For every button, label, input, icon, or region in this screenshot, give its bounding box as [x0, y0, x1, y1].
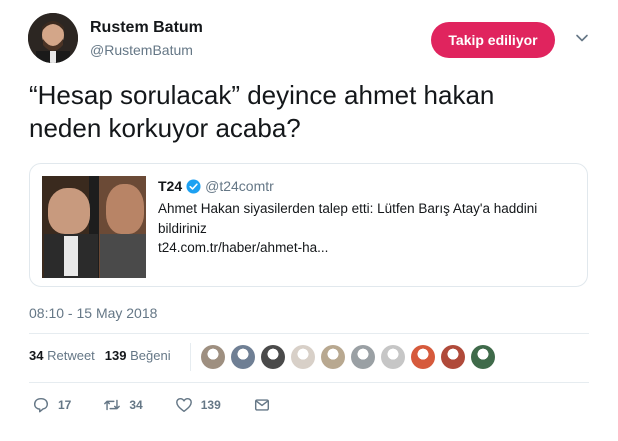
like-stat[interactable]: 139 Beğeni [105, 348, 171, 363]
author-avatar[interactable] [28, 13, 78, 63]
stats-separator [190, 343, 191, 371]
avatar-image [28, 13, 78, 63]
like-button[interactable]: 139 [175, 396, 221, 414]
tweet-text-line-1: “Hesap sorulacak” deyince ahmet hakan [29, 80, 495, 110]
card-description-line-2: bildiriniz [158, 221, 207, 236]
link-preview-card[interactable]: T24 @t24comtr Ahmet Hakan siyasilerden t… [29, 163, 588, 287]
stats-divider-top [29, 333, 589, 334]
liker-avatar[interactable] [321, 345, 345, 369]
following-button[interactable]: Takip ediliyor [431, 22, 555, 58]
like-stat-count: 139 [104, 348, 127, 363]
retweet-stat[interactable]: 34 Retweet [29, 348, 95, 363]
direct-message-button[interactable] [253, 396, 271, 414]
tweet-text-line-2: neden korkuyor acaba? [29, 113, 301, 143]
liker-avatar[interactable] [351, 345, 375, 369]
chevron-down-icon[interactable] [574, 30, 590, 46]
liker-avatar[interactable] [291, 345, 315, 369]
verified-badge-icon [186, 178, 201, 194]
liker-avatar[interactable] [471, 345, 495, 369]
card-source: T24 @t24comtr [158, 178, 274, 194]
card-description: Ahmet Hakan siyasilerden talep etti: Lüt… [158, 199, 568, 239]
reply-count: 17 [58, 398, 72, 412]
retweet-count: 34 [129, 398, 143, 412]
liker-avatar[interactable] [411, 345, 435, 369]
card-url: t24.com.tr/haber/ahmet-ha... [158, 240, 329, 255]
like-count: 139 [200, 398, 221, 412]
card-description-line-1: Ahmet Hakan siyasilerden talep etti: Lüt… [158, 201, 538, 216]
retweet-icon [104, 399, 121, 411]
tweet-actions: 17 34 139 [29, 396, 271, 414]
retweet-button[interactable]: 34 [103, 396, 143, 414]
reply-icon [33, 397, 49, 413]
tweet-text: “Hesap sorulacak” deyince ahmet hakan ne… [29, 79, 589, 145]
card-site-name: T24 [158, 178, 183, 194]
stats-divider-bottom [29, 382, 589, 383]
card-thumbnail [42, 176, 146, 278]
reply-button[interactable]: 17 [32, 396, 71, 414]
envelope-icon [254, 399, 269, 411]
retweet-stat-count: 34 [29, 348, 44, 363]
retweet-stat-label: Retweet [47, 348, 95, 363]
engagement-stats: 34 Retweet 139 Beğeni [29, 348, 171, 363]
author-handle[interactable]: @RustemBatum [90, 42, 193, 58]
tweet-timestamp[interactable]: 08:10 - 15 May 2018 [29, 305, 157, 321]
card-site-handle: @t24comtr [205, 178, 274, 194]
liker-avatar[interactable] [441, 345, 465, 369]
author-name[interactable]: Rustem Batum [90, 19, 203, 37]
liker-avatars [201, 345, 501, 369]
liker-avatar[interactable] [381, 345, 405, 369]
like-stat-label: Beğeni [130, 348, 171, 363]
heart-icon [175, 397, 192, 413]
liker-avatar[interactable] [231, 345, 255, 369]
liker-avatar[interactable] [261, 345, 285, 369]
liker-avatar[interactable] [201, 345, 225, 369]
